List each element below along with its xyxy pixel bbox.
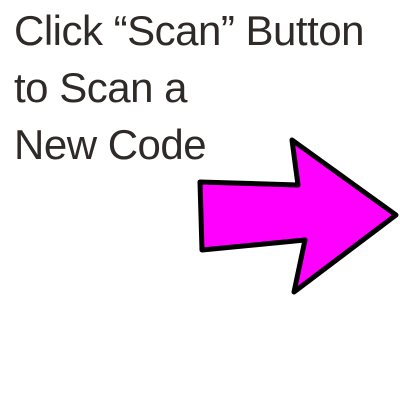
instruction-screen: Click “Scan” Button to Scan a New Code [0, 0, 400, 400]
right-arrow-shape [197, 137, 399, 295]
right-arrow-icon [197, 137, 399, 295]
